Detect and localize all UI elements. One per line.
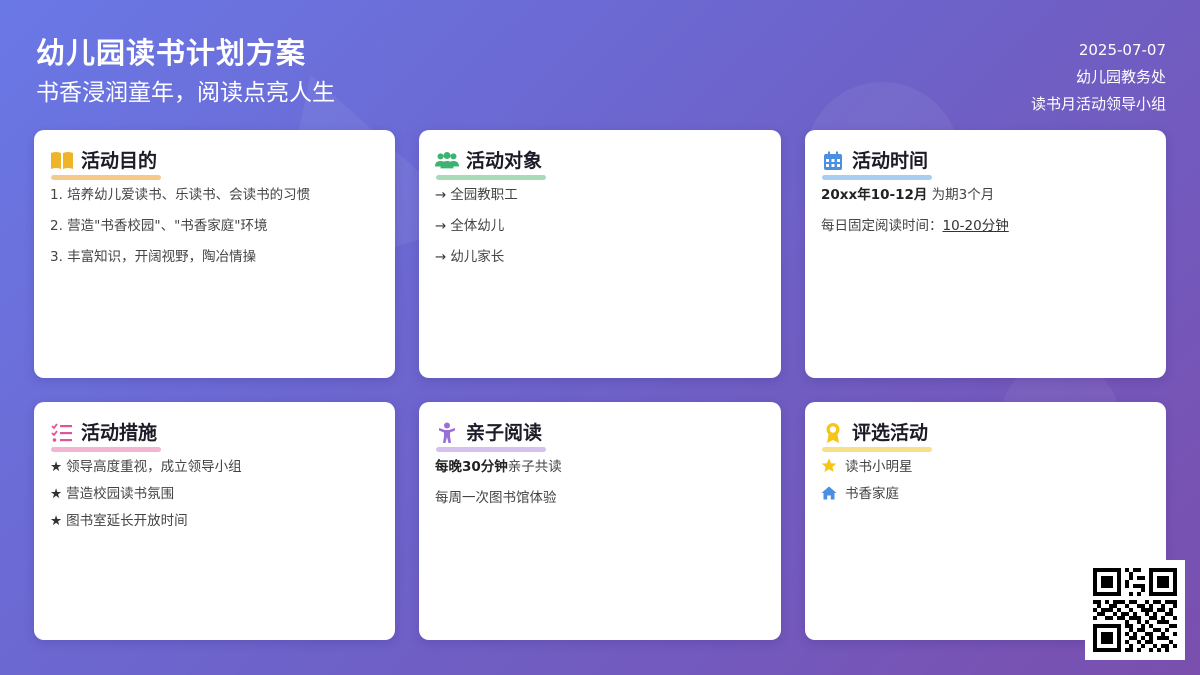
card-title: 评选活动 (852, 422, 929, 444)
page-title: 幼儿园读书计划方案 (36, 36, 307, 70)
reading-line: 每晚30分钟亲子共读 (435, 459, 562, 475)
list-item: → 全体幼儿 (435, 218, 505, 234)
card-title: 活动对象 (466, 150, 543, 172)
date-text: 2025-07-07 (1078, 41, 1166, 59)
card-parent-child: 亲子阅读 每晚30分钟亲子共读 每周一次图书馆体验 (419, 402, 781, 640)
list-item: 读书小明星 (821, 458, 1150, 476)
list-item: 1. 培养幼儿爱读书、乐读书、会读书的习惯 (50, 187, 311, 203)
list-item: → 幼儿家长 (435, 249, 505, 265)
org-text: 幼儿园教务处 (1075, 68, 1166, 86)
star-bullet: ★ (50, 513, 63, 529)
title-underline (822, 447, 933, 452)
period-line: 20xx年10-12月 为期3个月 (821, 187, 995, 203)
home-icon (821, 486, 837, 500)
qr-code (1085, 560, 1185, 660)
list-item: ★ 营造校园读书氛围 (50, 486, 175, 502)
daily-time-line: 每日固定阅读时间：10-20分钟 (821, 218, 1009, 234)
card-measures: 活动措施 ★ 领导高度重视，成立领导小组 ★ 营造校园读书氛围 ★ 图书室延长开放时间 (34, 402, 395, 640)
title-underline (436, 447, 547, 452)
list-item: → 全园教职工 (435, 187, 518, 203)
daily-time-value: 10-20分钟 (942, 218, 1009, 234)
library-line: 每周一次图书馆体验 (435, 490, 557, 506)
people-group-icon (435, 150, 459, 172)
award-icon (821, 422, 845, 444)
arrow-prefix: → (435, 218, 447, 234)
title-underline (51, 175, 162, 180)
star-icon (821, 458, 837, 472)
child-icon (435, 422, 459, 444)
star-bullet: ★ (50, 459, 63, 475)
group-text: 读书月活动领导小组 (1030, 95, 1166, 113)
header: 幼儿园读书计划方案 书香浸润童年，阅读点亮人生 (36, 34, 335, 108)
list-item: ★ 图书室延长开放时间 (50, 513, 188, 529)
card-time: 活动时间 20xx年10-12月 为期3个月 每日固定阅读时间：10-20分钟 (805, 130, 1166, 378)
header-meta: 2025-07-07 幼儿园教务处 读书月活动领导小组 (1031, 37, 1166, 118)
calendar-icon (821, 150, 845, 172)
list-item: 2. 营造"书香校园"、"书香家庭"环境 (50, 218, 268, 234)
title-underline (436, 175, 547, 180)
card-title: 活动时间 (852, 150, 929, 172)
list-item: ★ 领导高度重视，成立领导小组 (50, 459, 242, 475)
list-item: 书香家庭 (821, 485, 1150, 503)
star-bullet: ★ (50, 486, 63, 502)
title-underline (51, 447, 162, 452)
list-item: 3. 丰富知识，开阔视野，陶冶情操 (50, 249, 257, 265)
open-book-icon (50, 150, 74, 172)
card-title: 活动措施 (81, 422, 158, 444)
card-audience: 活动对象 → 全园教职工 → 全体幼儿 → 幼儿家长 (419, 130, 781, 378)
card-title: 活动目的 (81, 150, 158, 172)
checklist-icon (50, 422, 74, 444)
page-subtitle: 书香浸润童年，阅读点亮人生 (36, 80, 335, 106)
title-underline (822, 175, 933, 180)
card-purpose: 活动目的 1. 培养幼儿爱读书、乐读书、会读书的习惯 2. 营造"书香校园"、"… (34, 130, 395, 378)
arrow-prefix: → (435, 187, 447, 203)
arrow-prefix: → (435, 249, 447, 265)
card-title: 亲子阅读 (466, 422, 543, 444)
